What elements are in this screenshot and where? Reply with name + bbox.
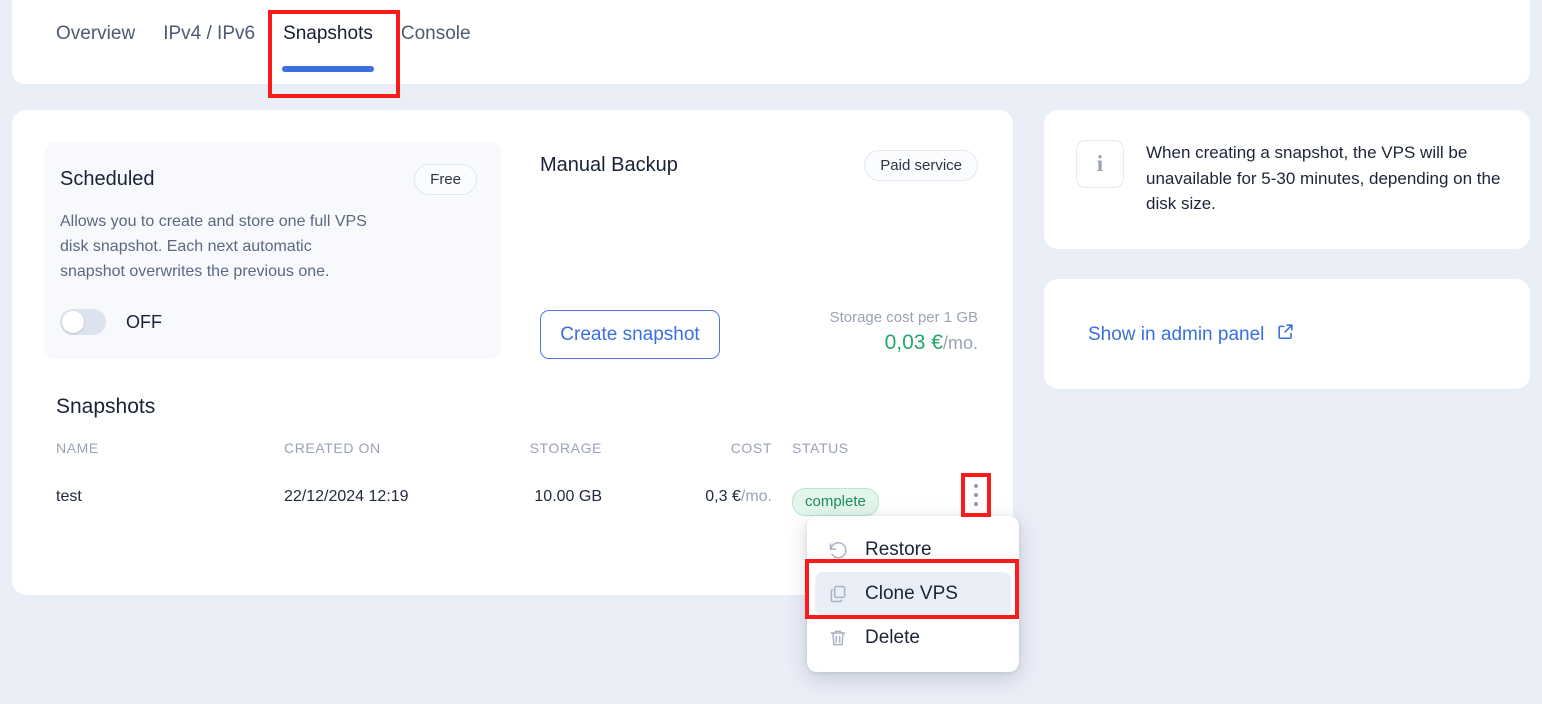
manual-backup-paid-badge: Paid service [864,150,978,181]
scheduled-toggle-label: OFF [126,311,162,332]
cell-cost-suffix: /mo. [740,488,772,505]
table-header-row: NAME CREATED ON STORAGE COST STATUS [12,440,1013,488]
scheduled-price-badge: Free [414,164,477,195]
column-header-status: STATUS [792,440,849,456]
row-actions-kebab-button[interactable] [966,481,986,509]
storage-cost-suffix: /mo. [942,333,978,353]
cell-cost: 0,3 €/mo. [705,488,772,506]
info-notice-row: i When creating a snapshot, the VPS will… [1044,110,1530,217]
scheduled-description: Allows you to create and store one full … [60,213,367,280]
tab-bar: Overview IPv4 / IPv6 Snapshots Console [12,0,1530,84]
tab-ipv4-ipv6[interactable]: IPv4 / IPv6 [149,0,269,84]
tab-overview[interactable]: Overview [42,0,149,84]
column-header-created: CREATED ON [284,440,381,456]
tab-ipv4-ipv6-label: IPv4 / IPv6 [163,23,256,44]
storage-cost-block: Storage cost per 1 GB 0,03 €/mo. [830,309,978,359]
manual-backup-title: Manual Backup [540,154,678,176]
scheduled-toggle-row: OFF [60,309,162,335]
menu-item-clone-vps-label: Clone VPS [865,583,958,604]
external-link-icon [1276,322,1295,347]
kebab-dot-3 [974,502,978,506]
clone-icon [827,583,849,605]
menu-item-restore-label: Restore [865,539,932,560]
cell-snapshot-name: test [56,488,82,505]
storage-cost-value: 0,03 € [884,331,943,354]
admin-panel-card: Show in admin panel [1044,279,1530,389]
kebab-dot-1 [974,484,978,488]
scheduled-title: Scheduled [60,168,155,190]
info-icon: i [1076,140,1124,188]
column-header-storage: STORAGE [529,440,602,456]
tab-snapshots-label: Snapshots [283,23,373,44]
scheduled-panel: Scheduled Free Allows you to create and … [44,142,501,359]
create-snapshot-button[interactable]: Create snapshot [540,310,720,359]
tab-console[interactable]: Console [387,0,485,84]
manual-backup-header: Manual Backup Paid service [540,150,992,181]
tab-overview-label: Overview [56,23,136,44]
restore-icon [827,539,849,561]
scheduled-toggle[interactable] [60,309,106,335]
cell-cost-value: 0,3 € [705,488,741,505]
info-notice-card: i When creating a snapshot, the VPS will… [1044,110,1530,249]
menu-item-restore[interactable]: Restore [815,528,1011,572]
row-actions-menu: Restore Clone VPS Delete [807,516,1019,672]
column-header-cost: COST [730,440,772,456]
cell-status: complete [792,488,879,516]
column-header-name: NAME [56,440,99,456]
info-notice-text: When creating a snapshot, the VPS will b… [1146,143,1501,213]
kebab-dot-2 [974,493,978,497]
snapshots-section-title: Snapshots [56,395,156,418]
page-root: Overview IPv4 / IPv6 Snapshots Console S… [0,0,1542,704]
menu-item-delete[interactable]: Delete [815,616,1011,660]
tab-snapshots[interactable]: Snapshots [269,0,387,84]
cell-created-on: 22/12/2024 12:19 [284,488,409,505]
menu-item-clone-vps[interactable]: Clone VPS [815,572,1011,616]
cell-storage: 10.00 GB [534,488,602,505]
tab-console-label: Console [400,23,471,44]
manual-backup-actions: Create snapshot Storage cost per 1 GB 0,… [540,309,992,359]
tab-list: Overview IPv4 / IPv6 Snapshots Console [12,0,485,84]
scheduled-header: Scheduled Free [60,164,477,195]
show-in-admin-panel-label: Show in admin panel [1088,323,1265,345]
status-badge: complete [792,488,879,516]
menu-item-delete-label: Delete [865,627,920,648]
manual-backup-panel: Manual Backup Paid service Create snapsh… [540,150,992,359]
show-in-admin-panel-link[interactable]: Show in admin panel [1088,322,1295,347]
trash-icon [827,627,849,649]
storage-cost-value-row: 0,03 €/mo. [830,331,978,355]
storage-cost-label: Storage cost per 1 GB [829,309,978,326]
